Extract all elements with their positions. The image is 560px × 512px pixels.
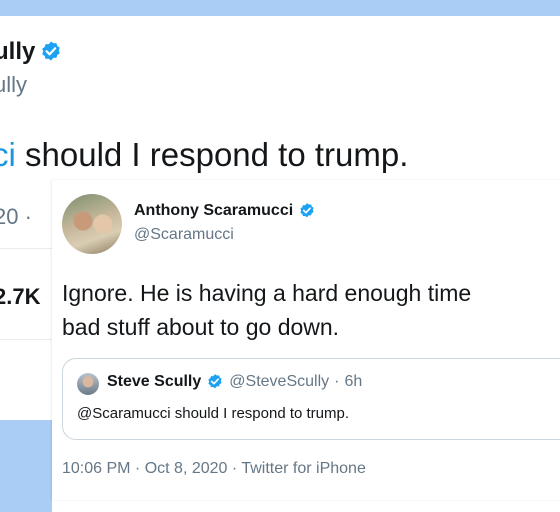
reply-tweet-text: Ignore. He is having a hard enough time … bbox=[62, 276, 471, 344]
divider bbox=[0, 339, 52, 340]
background-tweet-author-name[interactable]: ully bbox=[0, 38, 35, 66]
background-tweet-mention[interactable]: ci bbox=[0, 136, 16, 173]
background-tweet-date[interactable]: 20 · bbox=[0, 204, 32, 230]
verified-badge-icon bbox=[208, 374, 222, 389]
reply-tweet-text-line1: Ignore. He is having a hard enough time bbox=[62, 280, 472, 306]
background-tweet-author-row[interactable]: ully bbox=[0, 38, 63, 66]
background-tweet-stat[interactable]: 2.7K bbox=[0, 284, 40, 310]
reply-tweet-handle[interactable]: @Scaramucci bbox=[134, 226, 234, 244]
verified-badge-icon bbox=[42, 41, 61, 61]
verified-badge-icon bbox=[300, 203, 314, 218]
reply-tweet-card: Anthony Scaramucci @Scaramucci Ignore. H… bbox=[52, 180, 560, 500]
reply-tweet-text-line2: bad stuff about to go down. bbox=[62, 314, 340, 340]
avatar[interactable] bbox=[62, 194, 122, 254]
quoted-tweet[interactable]: Steve Scully @SteveScully · 6h @Scaramuc… bbox=[62, 358, 560, 440]
quoted-tweet-time[interactable]: 6h bbox=[344, 373, 362, 391]
background-tweet-text-rest: should I respond to trump. bbox=[15, 136, 409, 173]
avatar[interactable] bbox=[77, 373, 99, 395]
quoted-tweet-separator: · bbox=[334, 373, 340, 390]
reply-tweet-timestamp[interactable]: 10:06 PM · Oct 8, 2020 · Twitter for iPh… bbox=[62, 460, 366, 478]
reply-tweet-author-row[interactable]: Anthony Scaramucci bbox=[134, 202, 316, 220]
background-patch bbox=[0, 420, 52, 512]
background-tweet-text: ci should I respond to trump. bbox=[0, 136, 408, 174]
quoted-tweet-handle[interactable]: @SteveScully bbox=[229, 373, 329, 391]
quoted-tweet-author-name[interactable]: Steve Scully bbox=[107, 373, 201, 391]
background-tweet-handle[interactable]: ully bbox=[0, 72, 27, 98]
quoted-tweet-text: @Scaramucci should I respond to trump. bbox=[77, 405, 350, 422]
reply-tweet-author-name[interactable]: Anthony Scaramucci bbox=[134, 202, 293, 220]
quoted-tweet-header: Steve Scully @SteveScully · 6h bbox=[107, 373, 362, 391]
divider bbox=[0, 248, 52, 249]
